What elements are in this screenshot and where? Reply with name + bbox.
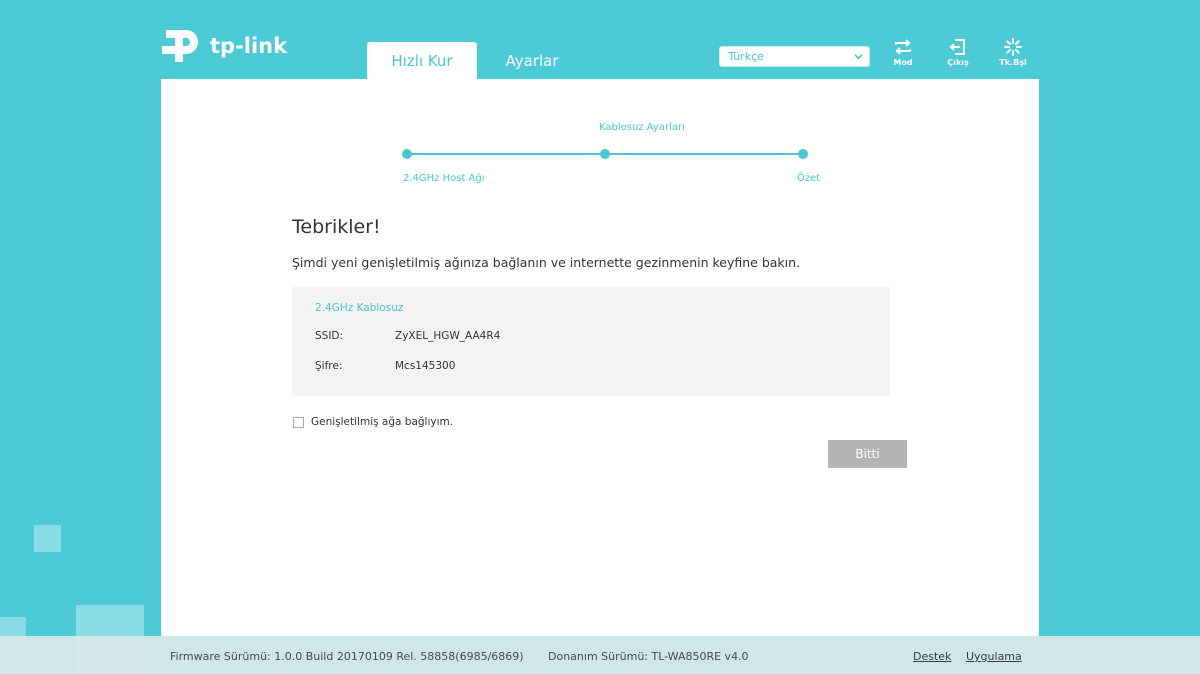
mode-icon [895, 39, 911, 55]
page-title: Tebrikler! [292, 216, 381, 238]
wizard-step-wireless-settings: Kablosuz Ayarları [599, 122, 685, 133]
tab-settings[interactable]: Ayarlar [487, 42, 577, 79]
wireless-summary-box: 2.4GHz Kablosuz SSID: ZyXEL_HGW_AA4R4 Şi… [292, 287, 890, 396]
header: tp-link Hızlı Kur Ayarlar Türkçe Mod Çık… [0, 0, 1200, 79]
app-link[interactable]: Uygulama [966, 650, 1022, 663]
logout-label: Çıkış [947, 58, 969, 67]
firmware-version: Firmware Sürümü: 1.0.0 Build 20170109 Re… [170, 650, 524, 663]
language-select[interactable]: Türkçe [719, 46, 870, 67]
logout-icon [949, 39, 965, 55]
password-label: Şifre: [315, 360, 343, 372]
ssid-value: ZyXEL_HGW_AA4R4 [395, 330, 501, 342]
connected-checkbox[interactable] [293, 416, 304, 428]
reboot-button[interactable]: Tk.Bşl [993, 38, 1033, 67]
tp-link-logo-icon [162, 30, 198, 62]
wizard-step-host-network: 2.4GHz Host Ağı [403, 173, 485, 184]
password-value: Mcs145300 [395, 360, 456, 372]
connected-checkbox-label: Genişletilmiş ağa bağlıyım. [311, 416, 454, 428]
mode-button[interactable]: Mod [883, 38, 923, 67]
language-selected: Türkçe [728, 50, 764, 63]
wizard-step-dot [402, 149, 412, 159]
section-heading: 2.4GHz Kablosuz [315, 302, 404, 314]
logout-button[interactable]: Çıkış [938, 38, 978, 67]
page-subtitle: Şimdi yeni genişletilmiş ağınıza bağlanı… [292, 255, 801, 270]
ssid-label: SSID: [315, 330, 344, 342]
tp-link-logo: tp-link [160, 24, 287, 68]
reboot-label: Tk.Bşl [999, 58, 1027, 67]
reboot-icon [1004, 38, 1022, 56]
support-link[interactable]: Destek [913, 650, 951, 663]
wizard-step-summary: Özet [797, 173, 821, 184]
background-decoration [34, 525, 61, 552]
chevron-down-icon [854, 54, 863, 60]
wizard-step-dot [600, 149, 610, 159]
logo-text: tp-link [210, 34, 288, 58]
connected-confirm-row: Genişletilmiş ağa bağlıyım. [293, 416, 453, 428]
wizard-step-dot [798, 149, 808, 159]
tab-quick-setup[interactable]: Hızlı Kur [367, 42, 477, 79]
footer: Firmware Sürümü: 1.0.0 Build 20170109 Re… [0, 636, 1200, 674]
hardware-version: Donanım Sürümü: TL-WA850RE v4.0 [548, 650, 749, 663]
finish-button[interactable]: Bitti [828, 440, 907, 468]
mode-label: Mod [893, 58, 913, 67]
